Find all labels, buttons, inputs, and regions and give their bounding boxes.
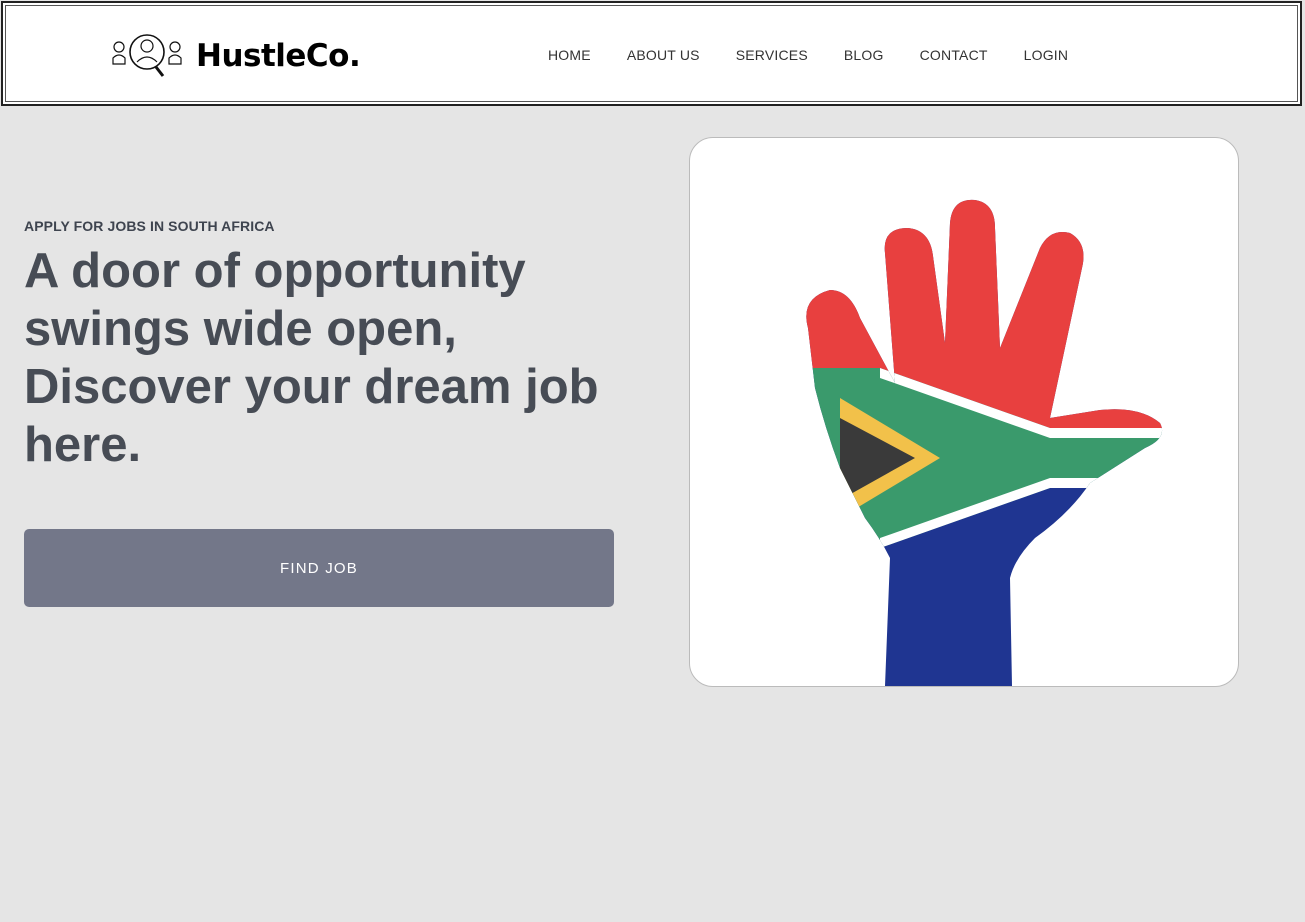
nav-services[interactable]: SERVICES bbox=[736, 47, 808, 63]
brand-name: HustleCo. bbox=[196, 38, 361, 74]
site-header: HustleCo. HOME ABOUT US SERVICES BLOG CO… bbox=[1, 1, 1302, 106]
people-search-icon bbox=[112, 34, 182, 77]
nav-about-us[interactable]: ABOUT US bbox=[627, 47, 700, 63]
find-job-button[interactable]: FIND JOB bbox=[24, 529, 614, 607]
main-nav: HOME ABOUT US SERVICES BLOG CONTACT LOGI… bbox=[548, 47, 1068, 63]
hero-image bbox=[689, 137, 1239, 687]
brand-logo[interactable]: HustleCo. bbox=[110, 31, 361, 81]
nav-blog[interactable]: BLOG bbox=[844, 47, 884, 63]
hero-headline: A door of opportunity swings wide open, … bbox=[24, 244, 599, 472]
nav-home[interactable]: HOME bbox=[548, 47, 591, 63]
nav-contact[interactable]: CONTACT bbox=[920, 47, 988, 63]
nav-login[interactable]: LOGIN bbox=[1024, 47, 1069, 63]
hero-eyebrow: APPLY FOR JOBS IN SOUTH AFRICA bbox=[24, 218, 275, 234]
south-africa-flag-hand-image bbox=[806, 199, 1163, 686]
